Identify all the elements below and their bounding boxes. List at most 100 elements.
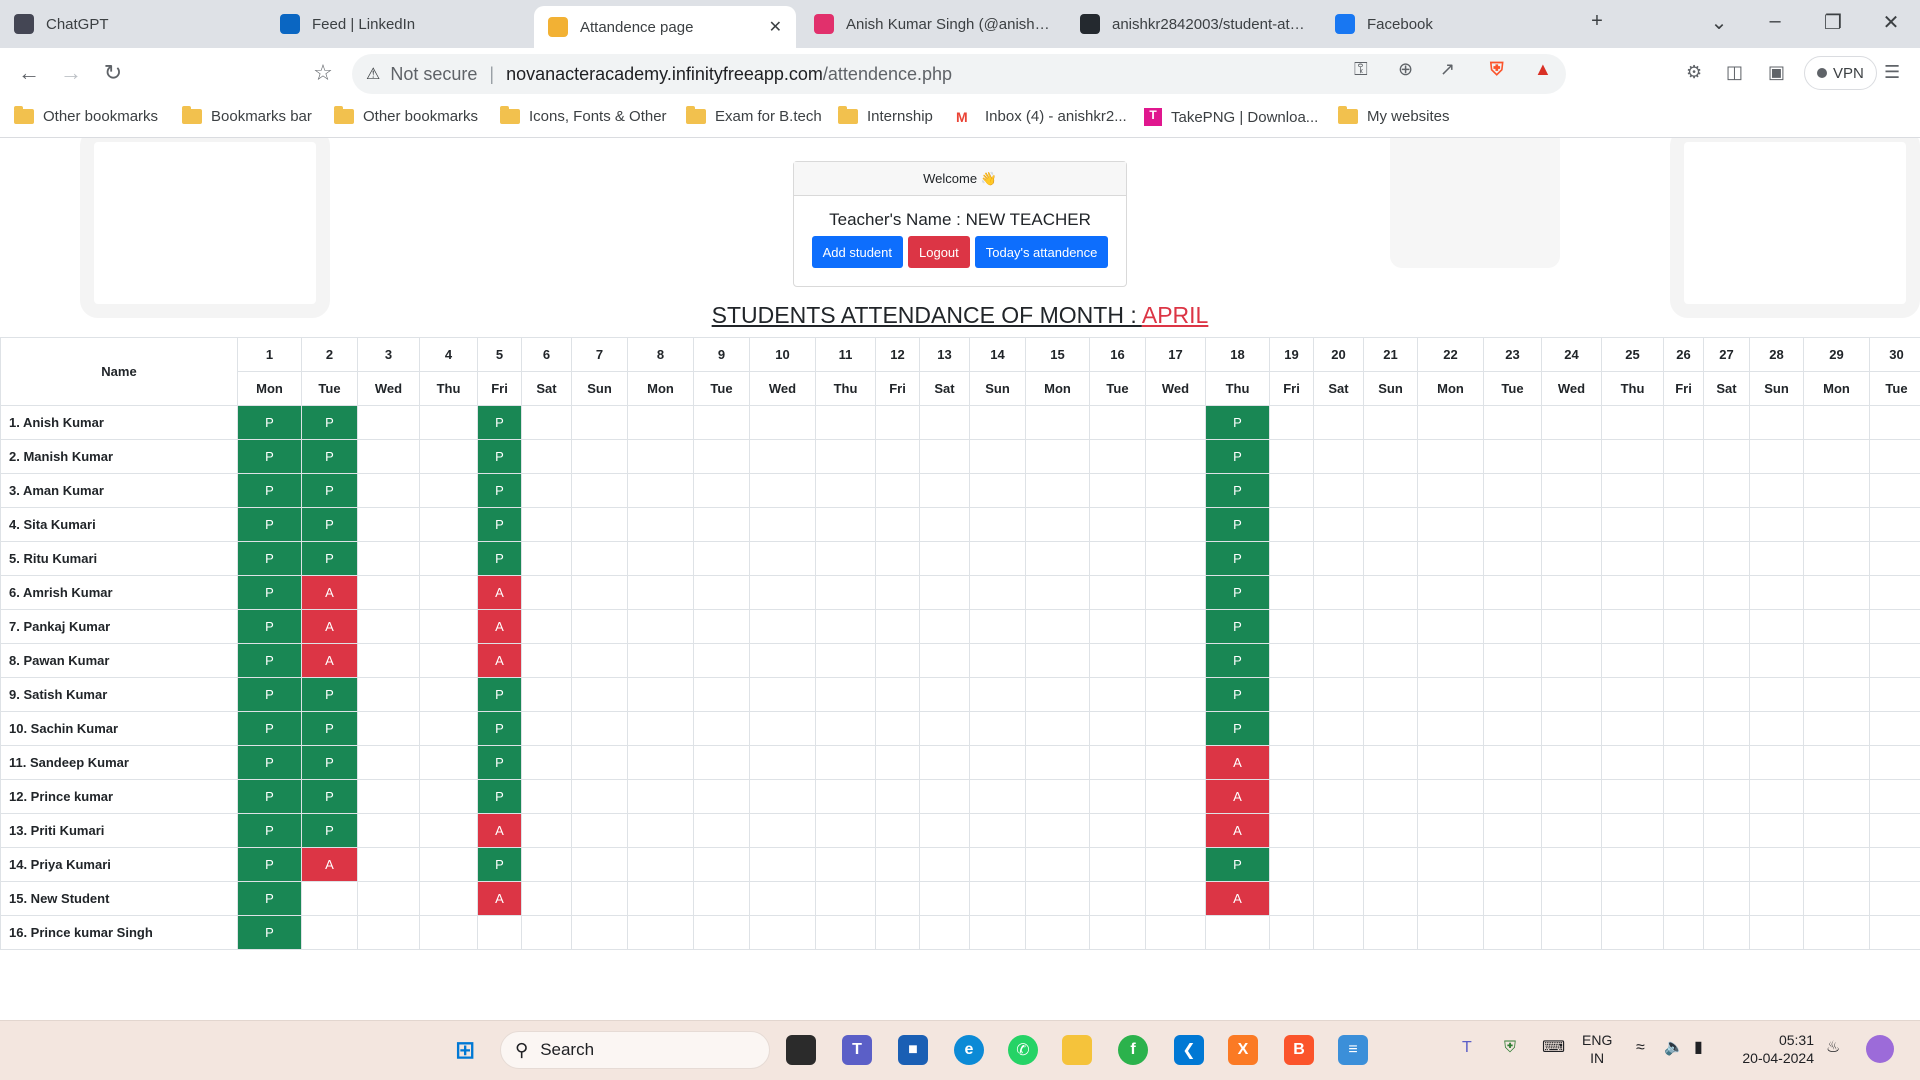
logout-button[interactable]: Logout	[908, 236, 970, 268]
vscode-icon[interactable]: ❮	[1174, 1035, 1204, 1065]
attendance-cell	[749, 847, 816, 882]
attendance-cell	[693, 813, 750, 848]
folder-icon	[500, 106, 520, 124]
brave-rewards-icon[interactable]: ▲	[1534, 59, 1552, 80]
windows-start-icon[interactable]: ⊞	[450, 1035, 480, 1065]
attendance-cell	[693, 711, 750, 746]
new-tab-icon[interactable]: +	[1582, 10, 1612, 33]
browser-tab[interactable]: anishkr2842003/student-attend	[1066, 6, 1321, 42]
bookmark-item[interactable]: T TakePNG | Downloa...	[1144, 108, 1318, 126]
day-number-header: 14	[969, 337, 1026, 372]
todays-attendance-button[interactable]: Today's attandence	[974, 236, 1109, 268]
browser-tab[interactable]: Anish Kumar Singh (@anish_ku	[800, 6, 1066, 42]
taskbar-search[interactable]: ⚲ Search	[500, 1031, 770, 1069]
notepad-icon[interactable]: ≡	[1338, 1035, 1368, 1065]
attendance-cell	[919, 405, 970, 440]
attendance-cell	[1703, 609, 1750, 644]
add-student-button[interactable]: Add student	[811, 236, 903, 268]
bookmark-item[interactable]: Internship	[838, 106, 933, 125]
wallet-icon[interactable]: ▣	[1768, 62, 1785, 83]
language-indicator[interactable]: ENG IN	[1582, 1031, 1612, 1067]
teams-icon[interactable]: T	[842, 1035, 872, 1065]
browser-tab[interactable]: Facebook	[1321, 6, 1583, 42]
vpn-button[interactable]: VPN	[1804, 56, 1877, 90]
zoom-icon[interactable]: ⊕	[1398, 59, 1413, 80]
student-row: 14. Priya Kumari P A P P	[0, 847, 1920, 882]
attendance-cell	[749, 405, 816, 440]
minimize-icon[interactable]: –	[1760, 10, 1790, 33]
attendance-cell	[969, 575, 1026, 610]
attendance-cell	[1803, 881, 1870, 916]
language-code: ENG	[1582, 1032, 1613, 1048]
file-explorer-icon[interactable]	[1062, 1035, 1092, 1065]
share-icon[interactable]: ↗	[1440, 59, 1455, 80]
whatsapp-icon[interactable]: ✆	[1008, 1035, 1038, 1065]
student-row: 1. Anish Kumar P P P P	[0, 405, 1920, 440]
bookmark-item[interactable]: Other bookmarks	[14, 106, 158, 125]
bookmark-item[interactable]: My websites	[1338, 106, 1450, 125]
copilot-icon[interactable]	[1866, 1035, 1894, 1063]
brave-icon[interactable]: B	[1284, 1035, 1314, 1065]
edge-icon[interactable]: e	[954, 1035, 984, 1065]
bookmark-item[interactable]: Other bookmarks	[334, 106, 478, 125]
attendance-cell	[749, 779, 816, 814]
bookmark-item[interactable]: Icons, Fonts & Other	[500, 106, 667, 125]
brave-shield-icon[interactable]: ⛨	[1490, 59, 1504, 80]
security-label[interactable]: Not secure	[390, 64, 477, 85]
attendance-cell	[627, 473, 694, 508]
attendance-cell	[1601, 779, 1664, 814]
feedly-icon[interactable]: f	[1118, 1035, 1148, 1065]
tab-label: Feed | LinkedIn	[312, 15, 416, 33]
address-bar[interactable]: ⚠ Not secure | novanacteracademy.infinit…	[352, 54, 1566, 94]
volume-icon[interactable]: 🔈	[1664, 1039, 1684, 1057]
bookmark-item[interactable]: M Inbox (4) - anishkr2...	[956, 108, 1127, 125]
attendance-cell	[357, 745, 420, 780]
url-host[interactable]: novanacteracademy.infinityfreeapp.com	[506, 64, 823, 85]
bookmark-item[interactable]: Exam for B.tech	[686, 106, 822, 125]
attendance-cell	[1803, 711, 1870, 746]
browser-tab[interactable]: ChatGPT	[0, 6, 266, 42]
attendance-cell	[419, 609, 478, 644]
student-name: 15. New Student	[0, 881, 238, 916]
wifi-icon[interactable]: ≈	[1636, 1039, 1645, 1057]
notification-bell-icon[interactable]: ♨	[1826, 1039, 1840, 1057]
close-window-icon[interactable]: ✕	[1876, 10, 1906, 35]
forward-icon[interactable]: →	[56, 60, 86, 86]
attendance-cell	[419, 813, 478, 848]
keyboard-tray-icon[interactable]: ⌨	[1542, 1039, 1565, 1057]
close-tab-icon[interactable]: ✕	[759, 17, 782, 37]
bookmark-icon[interactable]: ☆	[308, 60, 338, 86]
bookmark-item[interactable]: Bookmarks bar	[182, 106, 312, 125]
attendance-cell	[1363, 575, 1418, 610]
task-view-icon[interactable]	[786, 1035, 816, 1065]
maximize-icon[interactable]: ❐	[1818, 10, 1848, 35]
xampp-icon[interactable]: X	[1228, 1035, 1258, 1065]
url-path[interactable]: /attendence.php	[823, 64, 952, 85]
teams-tray-icon[interactable]: T	[1462, 1039, 1472, 1057]
attendance-cell	[749, 609, 816, 644]
clock[interactable]: 05:31 20-04-2024	[1736, 1031, 1814, 1067]
not-secure-icon[interactable]: ⚠	[366, 64, 380, 84]
key-icon[interactable]: ⚿	[1354, 59, 1368, 80]
attendance-cell	[815, 847, 876, 882]
browser-tab[interactable]: Attandence page ✕	[534, 6, 796, 48]
attendance-cell	[571, 745, 628, 780]
browser-tab[interactable]: Feed | LinkedIn	[266, 6, 530, 42]
tab-search-icon[interactable]: ⌄	[1704, 10, 1734, 35]
reload-icon[interactable]: ↻	[98, 60, 128, 86]
back-icon[interactable]: ←	[14, 60, 44, 86]
attendance-cell	[749, 881, 816, 916]
sidebar-icon[interactable]: ◫	[1726, 62, 1743, 83]
store-icon[interactable]: ■	[898, 1035, 928, 1065]
present-mark: P	[1205, 677, 1270, 712]
attendance-cell	[815, 405, 876, 440]
attendance-cell	[1663, 745, 1704, 780]
attendance-cell	[693, 643, 750, 678]
attendance-cell	[815, 473, 876, 508]
security-tray-icon[interactable]: ⛨	[1504, 1039, 1516, 1057]
extensions-icon[interactable]: ⚙	[1686, 62, 1702, 83]
action-buttons: Add student Logout Today's attandence	[794, 236, 1126, 268]
battery-icon[interactable]: ▮	[1694, 1039, 1703, 1057]
menu-icon[interactable]: ☰	[1884, 62, 1900, 83]
attendance-cell	[571, 677, 628, 712]
